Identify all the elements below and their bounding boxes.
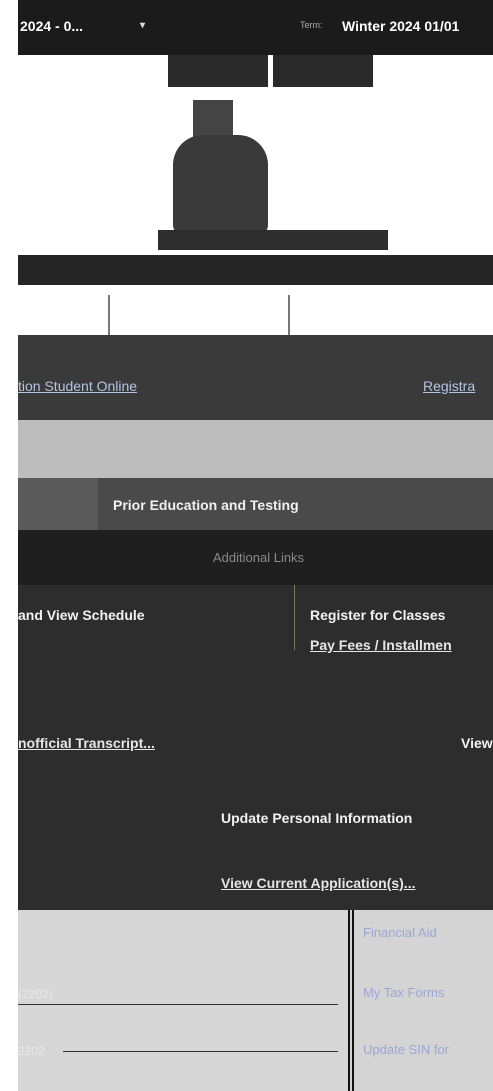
student-online-link[interactable]: tion Student Online xyxy=(18,378,137,394)
date-underline-1 xyxy=(18,1004,338,1005)
date-underline-2 xyxy=(63,1051,338,1052)
nav-divider xyxy=(294,585,295,650)
additional-links-bar: Additional Links xyxy=(18,530,493,585)
unofficial-transcript-link[interactable]: nofficial Transcript... xyxy=(18,735,155,751)
registrar-link[interactable]: Registra xyxy=(423,378,475,394)
my-tax-forms-link[interactable]: My Tax Forms xyxy=(363,985,444,1000)
term-select[interactable]: 2024 - 0... ▾ xyxy=(20,14,170,40)
term-label: Term: xyxy=(300,20,323,30)
main-navigation: and View Schedule Register for Classes P… xyxy=(18,585,493,910)
update-sin-link[interactable]: Update SIN for xyxy=(363,1042,449,1057)
pay-fees-link[interactable]: Pay Fees / Installmen xyxy=(310,637,452,653)
term-select-value: 2024 - 0... xyxy=(20,18,84,34)
left-margin xyxy=(0,0,18,1091)
additional-links-heading: Additional Links xyxy=(213,550,305,565)
date-text-1: (2202) xyxy=(18,987,53,1001)
update-personal-info-link[interactable]: Update Personal Information xyxy=(221,810,412,826)
section-bar: Prior Education and Testing xyxy=(18,478,493,530)
date-text-2: 2202 xyxy=(18,1044,45,1058)
prior-education-link[interactable]: Prior Education and Testing xyxy=(113,497,299,513)
financial-aid-link[interactable]: Financial Aid xyxy=(363,925,437,940)
grey-divider xyxy=(18,420,493,478)
section-left-block xyxy=(18,478,98,530)
quick-links-bar: tion Student Online Registra xyxy=(18,365,493,420)
bottom-divider xyxy=(348,910,354,1091)
top-header: 2024 - 0... ▾ Term: Winter 2024 01/01 xyxy=(0,0,493,55)
view-u-link[interactable]: View U xyxy=(461,735,493,751)
current-term: Winter 2024 01/01 xyxy=(342,18,460,34)
chevron-down-icon: ▾ xyxy=(140,20,146,31)
bottom-panel: Financial Aid My Tax Forms Update SIN fo… xyxy=(18,910,493,1091)
view-schedule-link[interactable]: and View Schedule xyxy=(18,607,145,623)
view-current-application-link[interactable]: View Current Application(s)... xyxy=(221,875,415,891)
bottom-left-panel xyxy=(18,910,348,1091)
banner-image xyxy=(18,55,493,365)
register-classes-link[interactable]: Register for Classes xyxy=(310,607,445,623)
